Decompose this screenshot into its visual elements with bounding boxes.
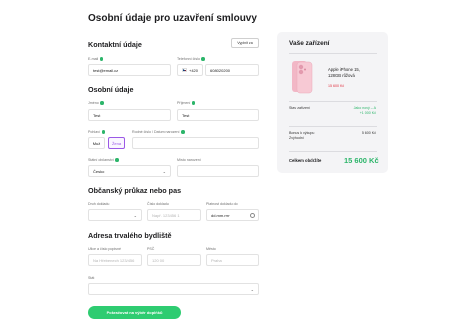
id-section-title: Občanský průkaz nebo pas [88, 186, 182, 195]
divider [289, 126, 377, 127]
doc-number-field[interactable]: Např. 123456 1 [147, 209, 201, 221]
phone-prefix-select[interactable]: +420 [177, 64, 203, 76]
required-dot-icon [191, 101, 196, 105]
doc-validity-label: Platnost dokladu do [206, 202, 238, 206]
city-field[interactable]: Praha [206, 254, 259, 266]
fill-button[interactable]: Vyplnit za [231, 38, 259, 48]
state-select[interactable]: ⌄ [88, 283, 259, 295]
phone-label: Telefonní číslo [177, 57, 205, 61]
firstname-label: Jméno [88, 101, 104, 105]
required-dot-icon [115, 158, 119, 162]
product-name: Apple iPhone 15, 128GB růžová [328, 67, 360, 78]
doc-number-label: Číslo dokladu [147, 202, 169, 206]
lastname-field[interactable]: Test [177, 109, 259, 121]
city-label: Město [206, 247, 216, 251]
state-label: Stát [88, 276, 95, 280]
personal-section-title: Osobní údaje [88, 85, 134, 94]
doc-validity-placeholder: dd.mm.rrrr [211, 212, 230, 218]
chevron-down-icon: ⌄ [133, 213, 137, 218]
divider [289, 101, 377, 102]
bonus-label: Bonus k výkupu Zvýhodní [289, 131, 315, 140]
calendar-icon[interactable] [250, 213, 255, 218]
birthnumber-label: Rodné číslo / Datum narození [132, 130, 185, 134]
address-section-title: Adresa trvalého bydliště [88, 231, 172, 240]
doc-type-select[interactable]: ⌄ [88, 209, 142, 221]
zip-label: PSČ [147, 247, 155, 251]
street-label: Ulice a číslo popisné [88, 247, 121, 251]
page-title: Osobní údaje pro uzavření smlouvy [88, 13, 257, 24]
submit-button[interactable]: Pokračovat na výběr doplňků [88, 306, 181, 319]
required-dot-icon [181, 130, 185, 134]
birthnumber-field[interactable] [132, 137, 259, 149]
cart-title: Vaše zařízení [289, 40, 330, 47]
birthplace-label: Místo narození [177, 158, 201, 162]
doc-validity-field[interactable]: dd.mm.rrrr [206, 209, 259, 221]
device-state-label: Stav zařízení [289, 106, 310, 110]
device-state-value: Jako nový – A +1 000 Kč [353, 106, 376, 115]
divider [289, 151, 377, 152]
bonus-value: 5 600 Kč [361, 131, 376, 135]
required-dot-icon [100, 101, 104, 105]
zip-field[interactable]: 120 00 [147, 254, 201, 266]
email-label: E-mail [88, 57, 104, 61]
lastname-label: Příjmení [177, 101, 196, 105]
gender-label: Pohlaví [88, 130, 105, 134]
czech-flag-icon [182, 67, 187, 73]
phone-prefix-value: +420 [188, 67, 198, 73]
required-dot-icon [201, 57, 205, 61]
citizenship-label: Státní občanství [88, 158, 119, 162]
citizenship-value: Česko [93, 168, 105, 174]
firstname-field[interactable]: Test [88, 109, 171, 121]
phone-image [292, 61, 313, 94]
product-price: 15 600 Kč [328, 84, 345, 88]
chevron-down-icon: ⌄ [250, 287, 254, 292]
gender-option-male[interactable]: Muž [88, 137, 105, 149]
total-label: Celkem obdržíte [289, 158, 322, 163]
required-dot-icon [99, 57, 104, 61]
citizenship-select[interactable]: Česko ⌄ [88, 165, 171, 177]
divider [289, 53, 377, 54]
total-value: 15 600 Kč [344, 156, 379, 165]
phone-field[interactable]: 608020200 [205, 64, 259, 76]
street-field[interactable]: Na Hřebenech 123/456 [88, 254, 142, 266]
chevron-down-icon: ⌄ [162, 169, 166, 174]
required-dot-icon [101, 130, 105, 134]
contact-section-title: Kontaktní údaje [88, 40, 142, 49]
gender-option-female[interactable]: Žena [108, 137, 125, 149]
doc-type-label: Druh dokladu [88, 202, 110, 206]
email-field[interactable]: test@email.cz [88, 64, 171, 76]
birthplace-field[interactable] [177, 165, 259, 177]
